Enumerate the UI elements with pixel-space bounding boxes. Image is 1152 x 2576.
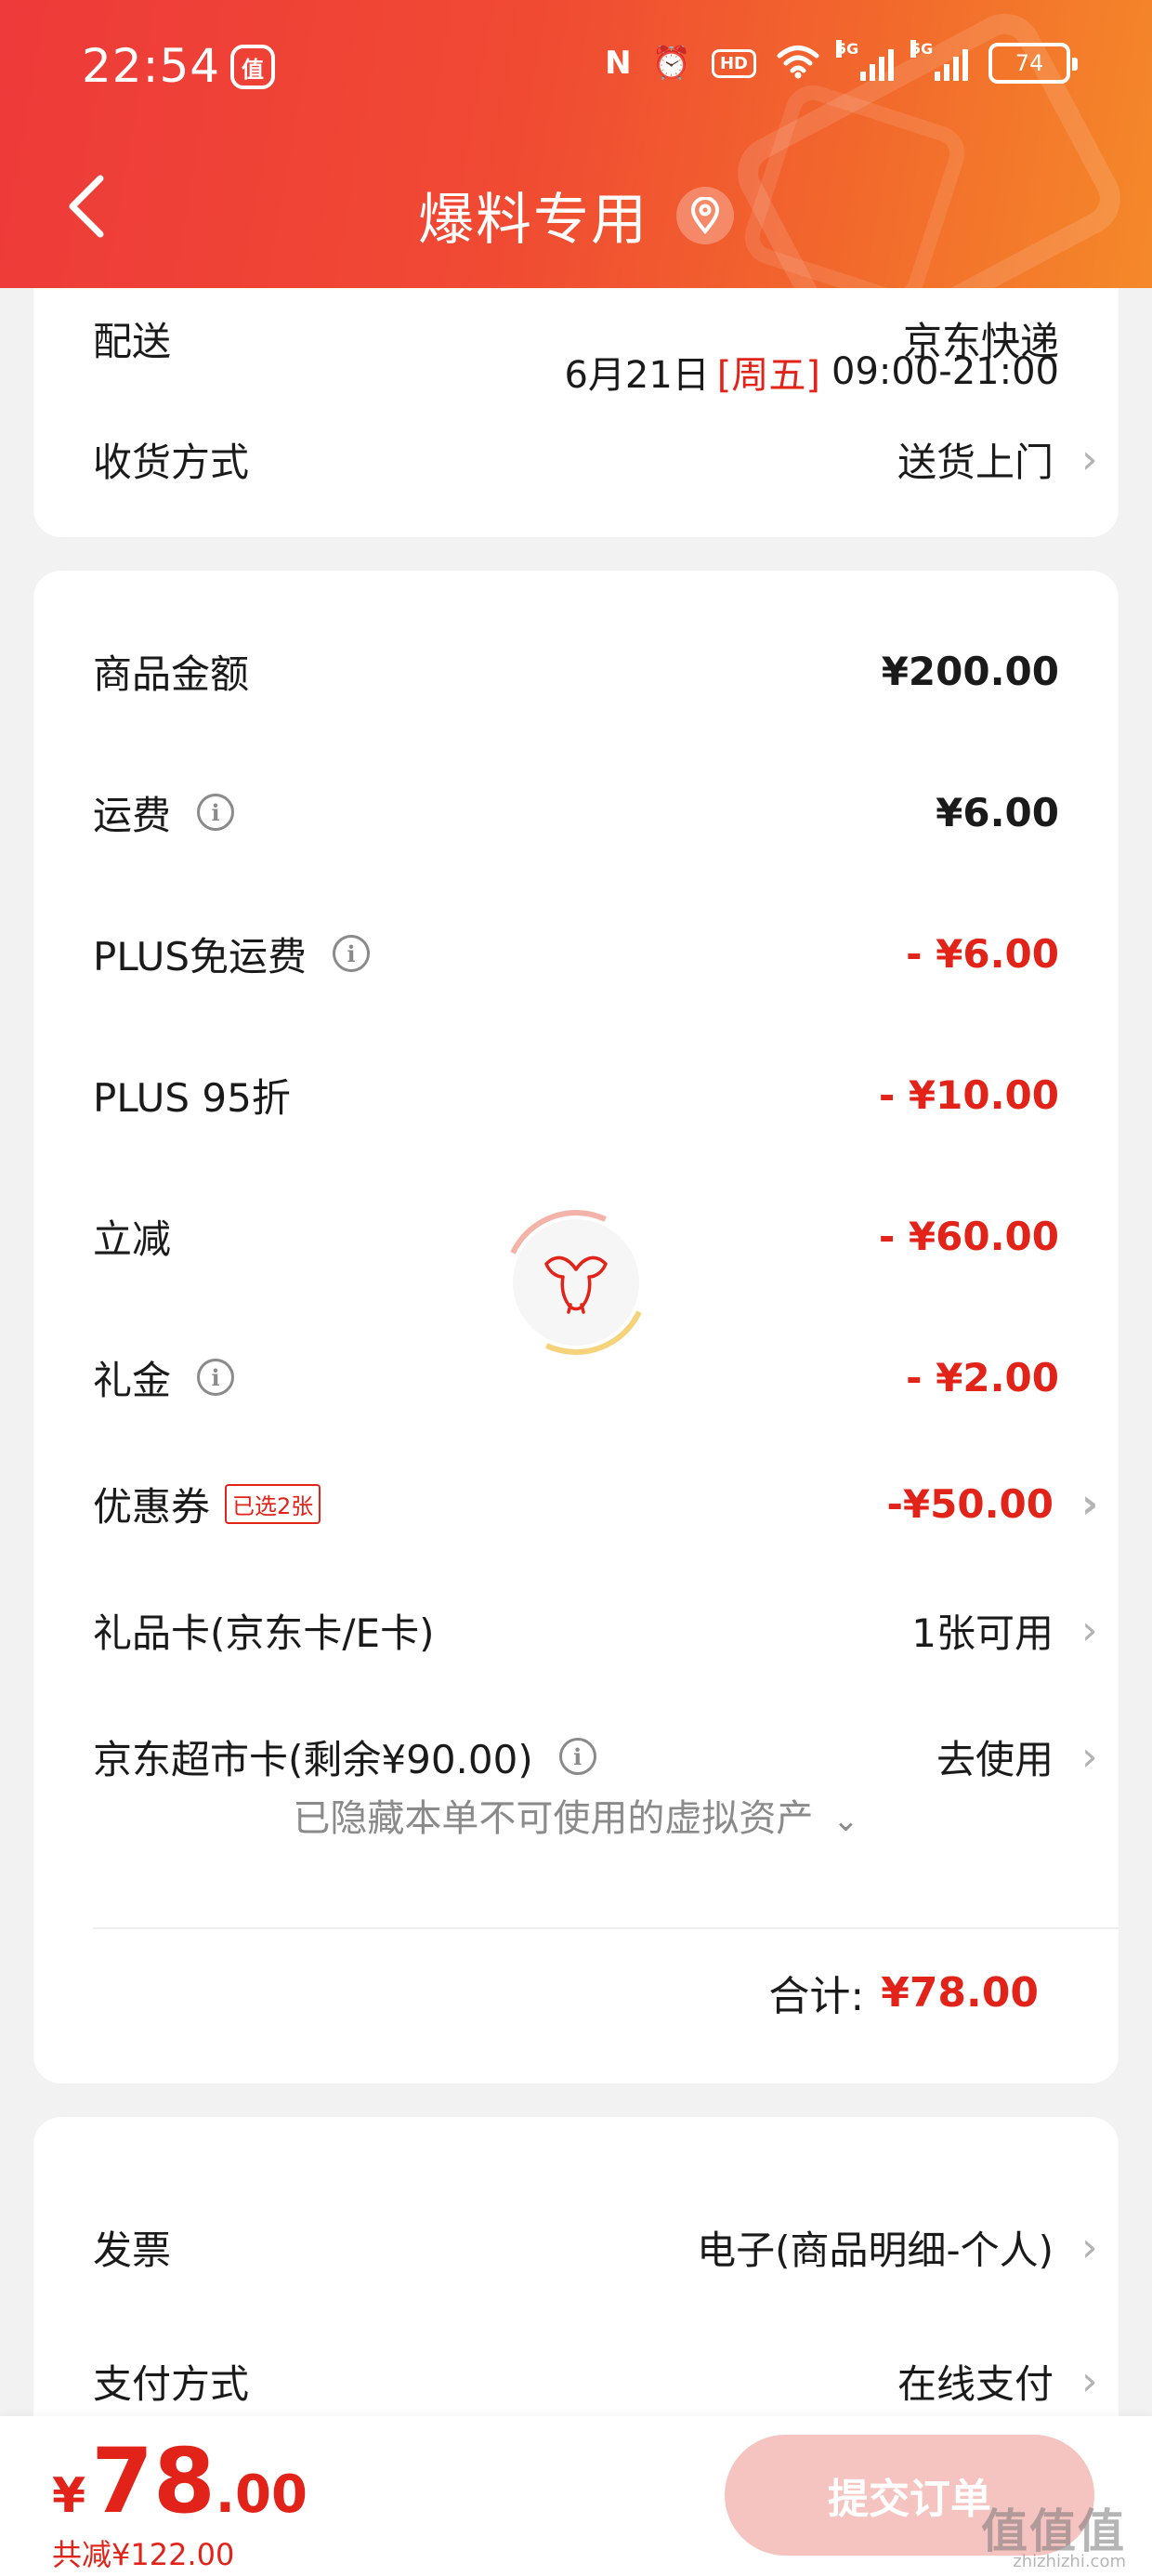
loading-spinner <box>513 1219 639 1346</box>
hidden-assets-toggle[interactable]: 已隐藏本单不可使用的虚拟资产 ⌄ <box>0 1788 1152 1842</box>
page-title-text: 爆料专用 <box>418 188 648 253</box>
gift-money-value: - ¥2.00 <box>906 1354 1059 1400</box>
status-icons: N ⏰ HD 5G 5G 74 <box>605 40 1078 84</box>
battery-level: 74 <box>1015 50 1044 76</box>
gift-card-value: 1张可用 <box>911 1610 1054 1656</box>
plus-95-value: - ¥10.00 <box>878 1071 1059 1118</box>
battery-icon: 74 <box>988 43 1078 84</box>
total-label: 合计: <box>768 1973 865 2020</box>
receive-method-row[interactable]: 收货方式 送货上门 › <box>93 422 1098 496</box>
info-icon[interactable]: i <box>197 794 235 831</box>
supermarket-card-label: 京东超市卡(剩余¥90.00) <box>93 1736 533 1782</box>
shipping-row: 运费 i ¥6.00 <box>93 775 1059 849</box>
plus-free-shipping-row: PLUS免运费 i - ¥6.00 <box>93 916 1059 991</box>
delivery-date-line: 6月21日 [周五] 09:00-21:00 <box>564 345 1059 399</box>
header: 22:54 值 N ⏰ HD 5G 5G 74 爆料专用 <box>0 0 1152 288</box>
chevron-right-icon: › <box>1081 2357 1098 2405</box>
page-title: 爆料专用 <box>0 175 1152 256</box>
plus-free-shipping-label: PLUS免运费 <box>93 933 308 979</box>
divider <box>93 1927 1119 1929</box>
shipping-label: 运费 <box>93 792 172 838</box>
goods-amount-label: 商品金额 <box>93 651 250 697</box>
final-price: ¥ 78 .00 <box>52 2437 308 2526</box>
price-integer: 78 <box>91 2429 216 2533</box>
price-currency: ¥ <box>52 2468 86 2524</box>
info-icon[interactable]: i <box>197 1359 235 1396</box>
gift-card-label: 礼品卡(京东卡/E卡) <box>93 1610 435 1656</box>
delivery-schedule: 6月21日 [周五] 09:00-21:00 <box>93 335 1059 409</box>
signal-5g-icon: 5G <box>910 40 968 81</box>
supermarket-card-value: 去使用 <box>936 1736 1054 1782</box>
plus-free-shipping-value: - ¥6.00 <box>906 930 1059 977</box>
nfc-icon: N <box>605 45 632 82</box>
wifi-icon <box>777 44 819 83</box>
nav-bar: 爆料专用 <box>0 149 1152 269</box>
total-saved: 共减¥122.00 <box>52 2537 235 2572</box>
invoice-label: 发票 <box>93 2227 172 2273</box>
chevron-down-icon: ⌄ <box>832 1802 859 1839</box>
invoice-row[interactable]: 发票 电子(商品明细-个人) › <box>93 2210 1098 2284</box>
network-label: 5G <box>910 40 934 58</box>
alarm-icon: ⏰ <box>651 45 691 82</box>
invoice-value: 电子(商品明细-个人) <box>697 2227 1054 2273</box>
coupon-value: -¥50.00 <box>886 1480 1054 1527</box>
hidden-assets-text: 已隐藏本单不可使用的虚拟资产 <box>293 1797 814 1840</box>
receive-method-label: 收货方式 <box>93 439 250 485</box>
total-summary: 合计: ¥78.00 <box>768 1963 1039 2022</box>
delivery-weekday: [周五] <box>716 354 821 397</box>
watermark-url: zhizhizhi.com <box>1013 2552 1126 2571</box>
info-icon[interactable]: i <box>558 1738 596 1775</box>
price-decimal: .00 <box>215 2464 308 2525</box>
total-amount: ¥78.00 <box>881 1968 1039 2017</box>
goods-amount-row: 商品金额 ¥200.00 <box>93 634 1059 708</box>
delivery-time-range: 09:00-21:00 <box>831 350 1059 393</box>
network-label: 5G <box>836 40 859 58</box>
chevron-right-icon: › <box>1081 2223 1098 2271</box>
plus-95-row: PLUS 95折 - ¥10.00 <box>93 1058 1059 1132</box>
gift-money-label: 礼金 <box>93 1357 172 1403</box>
coupon-row[interactable]: 优惠券 已选2张 -¥50.00 › <box>93 1466 1098 1541</box>
plus-95-label: PLUS 95折 <box>93 1074 291 1121</box>
delivery-date: 6月21日 <box>564 354 710 397</box>
mascot-dog-icon <box>544 1255 608 1314</box>
goods-amount-value: ¥200.00 <box>881 648 1059 694</box>
shipping-value: ¥6.00 <box>936 789 1059 835</box>
location-icon[interactable] <box>676 186 734 244</box>
coupon-label: 优惠券 <box>93 1483 211 1530</box>
checkout-bar: ¥ 78 .00 共减¥122.00 提交订单 值值值 zhizhizhi.co… <box>0 2416 1152 2576</box>
info-icon[interactable]: i <box>333 935 371 972</box>
coupon-badge: 已选2张 <box>225 1483 321 1524</box>
payment-method-row[interactable]: 支付方式 在线支付 › <box>93 2344 1098 2418</box>
instant-discount-label: 立减 <box>93 1216 172 1262</box>
payment-method-value: 在线支付 <box>897 2360 1054 2407</box>
signal-5g-icon: 5G <box>836 40 894 81</box>
chevron-right-icon: › <box>1081 1479 1099 1528</box>
status-bar: 22:54 值 N ⏰ HD 5G 5G 74 <box>0 0 1152 139</box>
payment-method-label: 支付方式 <box>93 2360 250 2407</box>
hd-icon: HD <box>711 48 756 78</box>
receive-method-value: 送货上门 <box>897 439 1054 485</box>
status-time: 22:54 <box>82 39 221 93</box>
chevron-right-icon: › <box>1081 1606 1098 1654</box>
instant-discount-value: - ¥60.00 <box>878 1213 1059 1259</box>
app-notification-icon: 值 <box>230 45 275 89</box>
chevron-right-icon: › <box>1081 1732 1098 1781</box>
gift-card-row[interactable]: 礼品卡(京东卡/E卡) 1张可用 › <box>93 1593 1098 1667</box>
supermarket-card-row[interactable]: 京东超市卡(剩余¥90.00) i 去使用 › <box>93 1719 1098 1794</box>
chevron-right-icon: › <box>1081 435 1098 483</box>
